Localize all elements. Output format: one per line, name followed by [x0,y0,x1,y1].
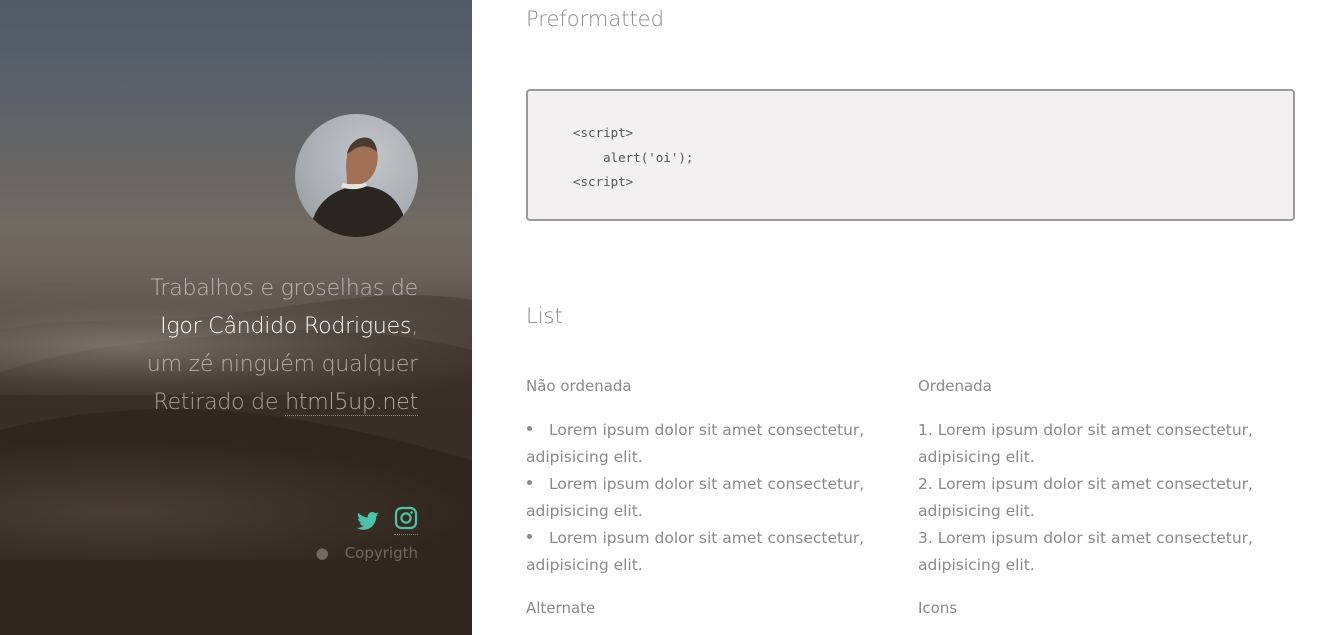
list-item: 1. Lorem ipsum dolor sit amet consectetu… [918,417,1278,471]
unordered-heading: Não ordenada [526,377,632,395]
code-line: <script> [573,125,634,140]
bullet-icon: ● [315,544,329,562]
avatar-portrait [305,137,407,237]
list-item-text: Lorem ipsum dolor sit amet consectetur, [549,475,865,493]
list-heading: List [526,304,563,328]
list-item-text: 1. Lorem ipsum dolor sit amet consectetu… [918,421,1253,439]
list-item-text: Lorem ipsum dolor sit amet consectetur, [549,529,865,547]
code-block: <script> alert('oi'); <script> [526,89,1295,221]
bullet-icon [526,417,549,444]
author-name: Igor Cândido Rodrigues [160,314,412,339]
valley-mist [0,440,472,560]
intro-source-prefix: Retirado de [153,390,286,415]
bullet-icon [526,471,549,498]
intro-text: Trabalhos e groselhas de Igor Cândido Ro… [18,270,418,422]
list-item: 3. Lorem ipsum dolor sit amet consectetu… [918,525,1278,579]
list-item: 2. Lorem ipsum dolor sit amet consectetu… [918,471,1278,525]
avatar [295,114,418,237]
alternate-heading: Alternate [526,599,596,617]
icons-heading: Icons [918,599,958,617]
twitter-link[interactable] [356,509,380,533]
intro-line-3: um zé ninguém qualquer [146,352,418,377]
instagram-icon [394,506,418,530]
ordered-list: 1. Lorem ipsum dolor sit amet consectetu… [918,417,1278,579]
social-links [356,506,418,535]
intro-line-1: Trabalhos e groselhas de [150,276,418,301]
list-item-text: 2. Lorem ipsum dolor sit amet consectetu… [918,475,1253,493]
intro-line-2: Igor Cândido Rodrigues, [18,308,418,346]
list-item-text-cont: adipisicing elit. [526,556,643,574]
list-item-text-cont: adipisicing elit. [918,448,1035,466]
list-item-text: 3. Lorem ipsum dolor sit amet consectetu… [918,529,1253,547]
list-item-text-cont: adipisicing elit. [526,448,643,466]
list-item: Lorem ipsum dolor sit amet consectetur, … [526,471,886,525]
list-item-text-cont: adipisicing elit. [918,502,1035,520]
twitter-icon [356,511,379,530]
code-line: alert('oi'); [573,149,694,165]
list-item: Lorem ipsum dolor sit amet consectetur, … [526,525,886,579]
ordered-heading: Ordenada [918,377,992,395]
main-content: Preformatted <script> alert('oi'); <scri… [526,0,1296,635]
html5up-link[interactable]: html5up.net [285,390,418,416]
copyright-text: Copyrigth [344,544,418,562]
bullet-icon [526,525,549,552]
list-item-text: Lorem ipsum dolor sit amet consectetur, [549,421,865,439]
list-item-text-cont: adipisicing elit. [526,502,643,520]
intro-line-4: Retirado de html5up.net [18,384,418,422]
sidebar: Trabalhos e groselhas de Igor Cândido Ro… [0,0,472,635]
copyright: ● Copyrigth [316,544,418,562]
code-line: <script> [573,174,634,189]
unordered-list: Lorem ipsum dolor sit amet consectetur, … [526,417,886,579]
list-item: Lorem ipsum dolor sit amet consectetur, … [526,417,886,471]
intro-comma: , [411,314,418,339]
instagram-link[interactable] [394,506,418,535]
preformatted-heading: Preformatted [526,7,664,31]
list-item-text-cont: adipisicing elit. [918,556,1035,574]
